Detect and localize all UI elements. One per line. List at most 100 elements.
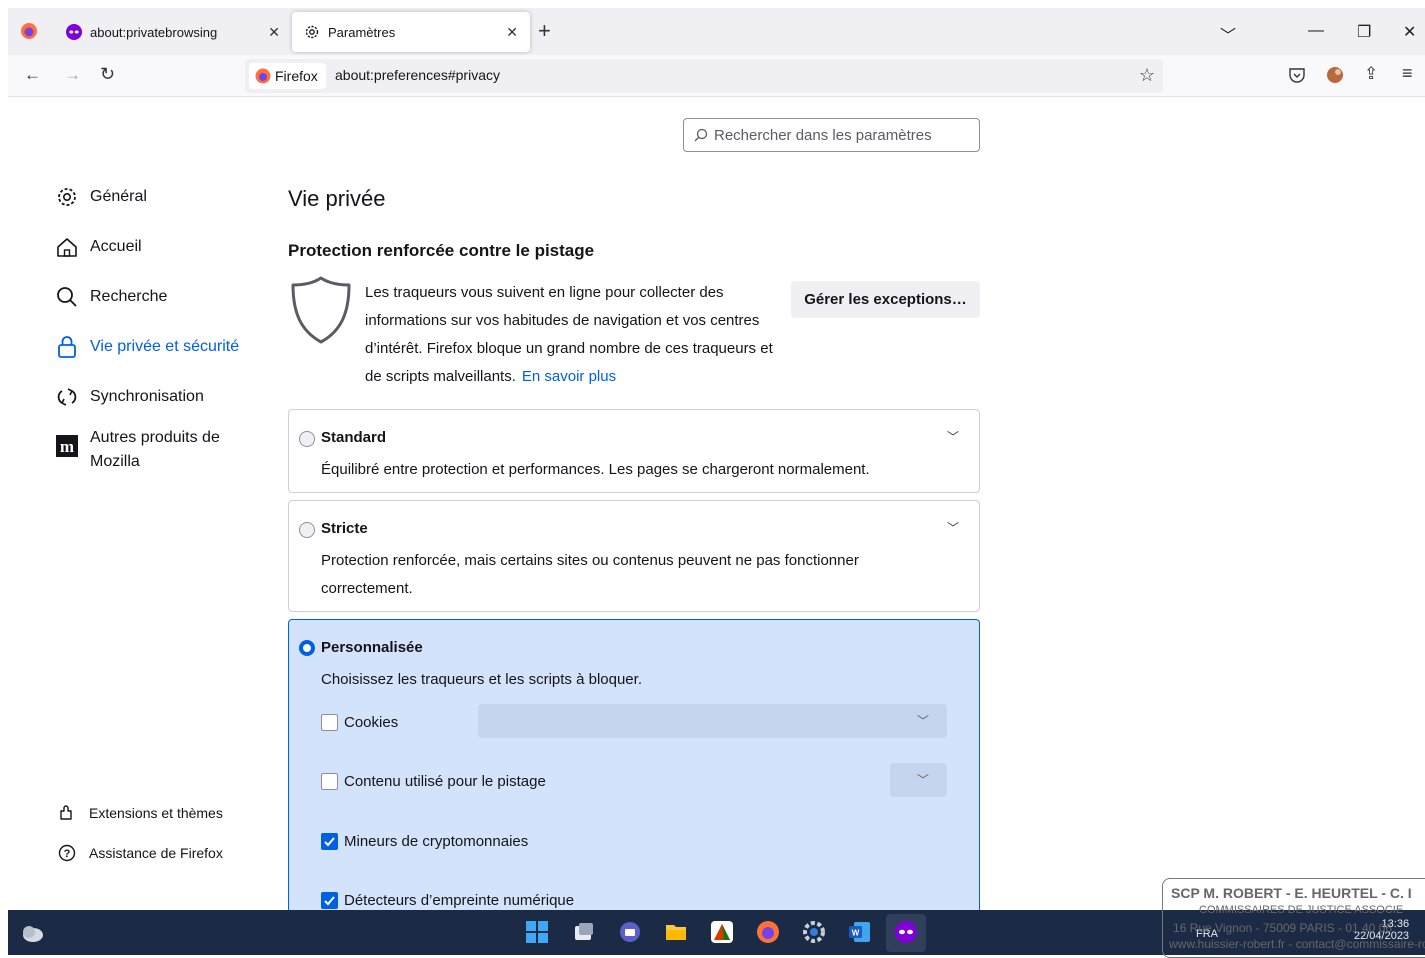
sidebar-item-extensions[interactable]: Extensions et thèmes [58, 804, 223, 822]
checkbox-box[interactable] [321, 714, 338, 731]
identity-box[interactable]: Firefox [249, 63, 326, 89]
checkbox-cryptominers[interactable]: Mineurs de cryptomonnaies [321, 833, 528, 850]
svg-text:W: W [852, 929, 860, 938]
search-input[interactable]: Rechercher dans les paramètres [683, 118, 980, 152]
etp-heading: Protection renforcée contre le pistage [288, 241, 595, 260]
new-tab-button[interactable]: + [538, 18, 551, 44]
search-placeholder: Rechercher dans les paramètres [714, 126, 932, 144]
chevron-down-icon[interactable]: ﹀ [947, 519, 959, 536]
checkbox-label: Détecteurs d’empreinte numérique [344, 892, 575, 909]
mozilla-m-icon: m [56, 435, 78, 457]
private-mask-icon [66, 24, 82, 40]
bookmark-star-icon[interactable]: ☆ [1139, 65, 1155, 86]
sidebar-item-label: Accueil [90, 238, 142, 255]
sidebar-item-privacy[interactable]: Vie privée et sécurité [56, 336, 239, 358]
word-icon[interactable]: W [848, 920, 872, 944]
identity-label: Firefox [275, 68, 318, 84]
sidebar-item-home[interactable]: Accueil [56, 236, 142, 258]
start-menu-icon[interactable] [525, 920, 549, 944]
help-icon: ? [58, 844, 76, 862]
tab-label: about:privatebrowsing [90, 24, 218, 40]
sidebar-item-search[interactable]: Recherche [56, 286, 167, 308]
tracking-content-select[interactable]: ﹀ [890, 763, 947, 797]
sync-icon [56, 386, 78, 408]
option-card-standard[interactable]: Standard ﹀ Équilibré entre protection et… [288, 409, 980, 493]
shield-icon [290, 275, 352, 345]
radio-custom[interactable] [299, 640, 315, 656]
sidebar-item-support[interactable]: ? Assistance de Firefox [58, 844, 223, 862]
option-card-strict[interactable]: Stricte ﹀ Protection renforcée, mais cer… [288, 500, 980, 612]
settings-taskbar-icon[interactable] [802, 920, 826, 944]
checkbox-fingerprinters[interactable]: Détecteurs d’empreinte numérique [321, 892, 574, 909]
checkmark-icon[interactable] [321, 892, 338, 909]
checkbox-label: Cookies [344, 714, 399, 731]
chat-icon[interactable] [618, 920, 642, 944]
close-window-button[interactable]: ✕ [1403, 22, 1416, 42]
sidebar-item-label: Assistance de Firefox [89, 845, 223, 861]
option-card-custom[interactable]: Personnalisée Choisissez les traqueurs e… [288, 619, 980, 919]
pocket-icon[interactable] [1288, 66, 1306, 84]
option-title: Personnalisée [321, 639, 423, 656]
url-bar[interactable]: Firefox about:preferences#privacy ☆ [245, 59, 1163, 93]
weather-icon[interactable] [20, 922, 44, 944]
back-icon[interactable]: ← [24, 65, 41, 85]
firefox-menu-icon[interactable] [20, 22, 38, 40]
bailiff-stamp: SCP M. ROBERT - E. HEURTEL - C. I COMMIS… [1162, 878, 1425, 958]
file-explorer-icon[interactable] [664, 920, 688, 944]
list-all-tabs-icon[interactable]: ﹀ [1220, 22, 1236, 46]
checkbox-tracking-content[interactable]: Contenu utilisé pour le pistage [321, 773, 546, 790]
chevron-down-icon[interactable]: ﹀ [947, 428, 959, 445]
stamp-line-3: 16 Rue Vignon - 75009 PARIS - 01 40 06 [1173, 921, 1393, 935]
close-tab-icon[interactable]: ✕ [506, 24, 518, 41]
checkmark-icon[interactable] [321, 833, 338, 850]
option-title: Standard [321, 429, 387, 446]
url-text[interactable]: about:preferences#privacy [335, 67, 500, 83]
forward-icon[interactable]: → [64, 65, 81, 85]
search-icon [56, 286, 78, 308]
restore-button[interactable]: ❐ [1357, 22, 1371, 42]
extensions-puzzle-icon[interactable]: ⇪ [1364, 64, 1378, 84]
puzzle-icon [58, 804, 76, 822]
checkbox-cookies[interactable]: Cookies [321, 714, 398, 731]
learn-more-link[interactable]: En savoir plus [522, 368, 616, 385]
lock-icon [56, 336, 78, 358]
chevron-down-icon: ﹀ [916, 714, 929, 728]
close-tab-icon[interactable]: ✕ [268, 24, 280, 41]
sidebar-item-label: Synchronisation [90, 388, 204, 405]
tab-strip: about:privatebrowsing ✕ Paramètres ✕ + ﹀… [8, 8, 1425, 55]
sidebar-item-mozilla-products[interactable]: m Autres produits de Mozilla [56, 426, 240, 474]
tab-label: Paramètres [328, 24, 396, 40]
task-view-icon[interactable] [572, 920, 596, 944]
radio-strict[interactable] [299, 522, 315, 538]
firefox-taskbar-icon[interactable] [756, 920, 780, 944]
stamp-line-4: www.huissier-robert.fr - contact@commiss… [1169, 937, 1425, 951]
sidebar-item-label: Vie privée et sécurité [90, 338, 240, 355]
manage-exceptions-button[interactable]: Gérer les exceptions… [791, 281, 980, 318]
etp-description: Les traqueurs vous suivent en ligne pour… [365, 279, 785, 391]
gear-icon [56, 186, 78, 208]
minimize-button[interactable]: — [1308, 22, 1324, 40]
tab-private-browsing[interactable]: about:privatebrowsing ✕ [54, 12, 292, 52]
option-description: Choisissez les traqueurs et les scripts … [321, 671, 642, 688]
sidebar-item-general[interactable]: Général [56, 186, 147, 208]
sidebar-item-label: Général [90, 188, 147, 205]
radio-standard[interactable] [299, 431, 315, 447]
cookies-select[interactable]: ﹀ [478, 704, 947, 738]
page-title: Vie privée [288, 186, 386, 211]
sidebar-item-sync[interactable]: Synchronisation [56, 386, 204, 408]
extension-avatar-icon[interactable] [1326, 66, 1344, 84]
option-title: Stricte [321, 520, 368, 537]
checkbox-label: Contenu utilisé pour le pistage [344, 773, 546, 790]
stamp-line-1: SCP M. ROBERT - E. HEURTEL - C. I [1171, 885, 1412, 901]
option-description: Protection renforcée, mais certains site… [321, 552, 859, 597]
sidebar-item-label: Extensions et thèmes [89, 805, 223, 821]
home-icon [56, 236, 78, 258]
app-icon[interactable] [710, 920, 734, 944]
hamburger-menu-icon[interactable]: ≡ [1402, 63, 1413, 84]
chevron-down-icon: ﹀ [916, 773, 929, 787]
reload-icon[interactable]: ↻ [100, 64, 115, 85]
checkbox-label: Mineurs de cryptomonnaies [344, 833, 529, 850]
firefox-private-taskbar-icon[interactable] [894, 920, 918, 944]
tab-settings[interactable]: Paramètres ✕ [292, 12, 530, 52]
checkbox-box[interactable] [321, 773, 338, 790]
